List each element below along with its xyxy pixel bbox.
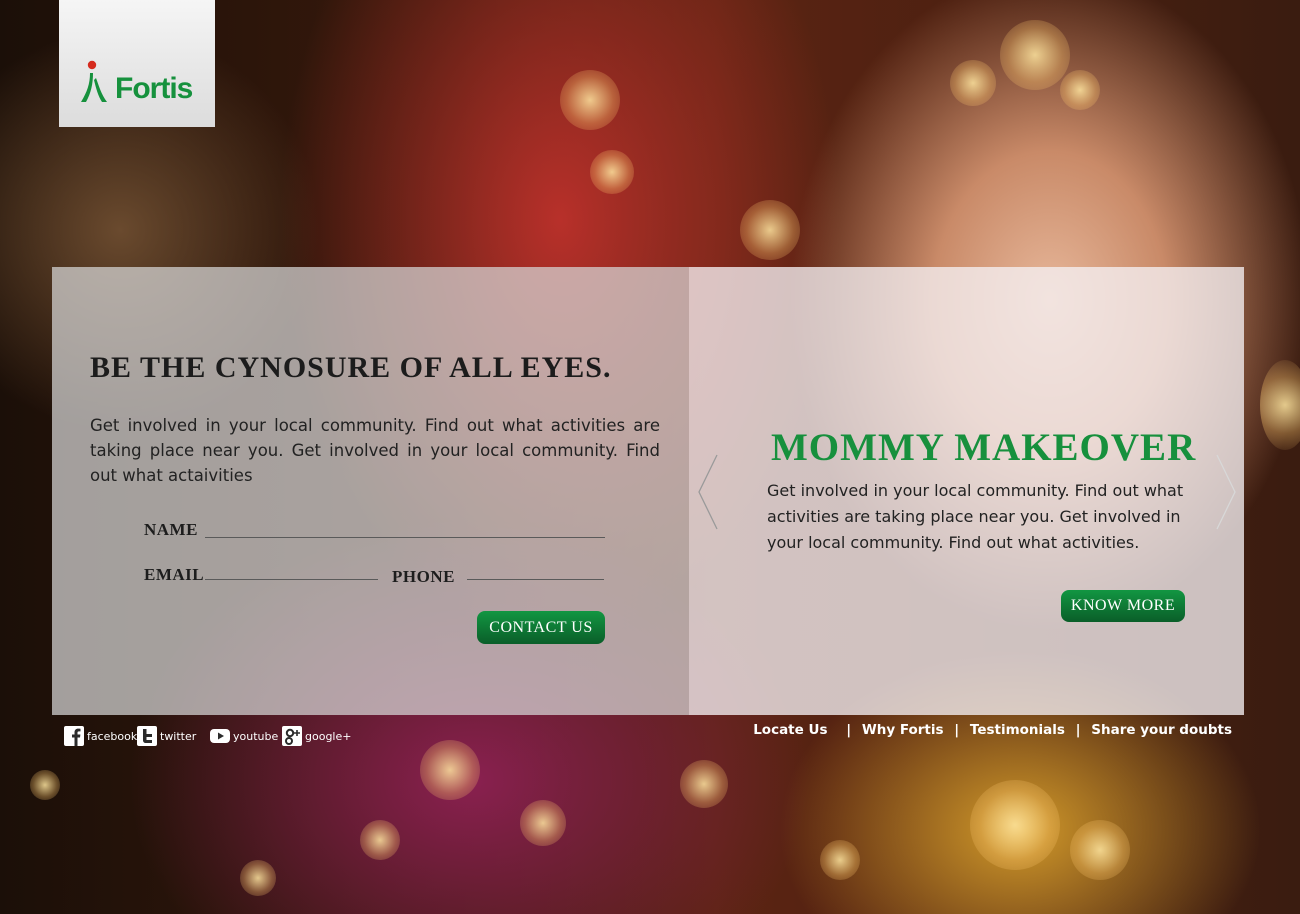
mommy-makeover-panel: MOMMY MAKEOVER Get involved in your loca… bbox=[689, 267, 1244, 715]
twitter-icon bbox=[137, 726, 157, 746]
footer-nav: Locate Us | Why Fortis | Testimonials | … bbox=[753, 722, 1232, 738]
footer-separator: | bbox=[846, 722, 852, 738]
why-fortis-link[interactable]: Why Fortis bbox=[862, 722, 944, 738]
facebook-label: facebook bbox=[87, 729, 138, 743]
promo-title: MOMMY MAKEOVER bbox=[771, 426, 1197, 469]
promo-description: Get involved in your local community. Fi… bbox=[767, 481, 1184, 552]
contact-panel: BE THE CYNOSURE OF ALL EYES. Get involve… bbox=[52, 267, 689, 715]
facebook-icon bbox=[64, 726, 84, 746]
twitter-label: twitter bbox=[160, 729, 197, 743]
fortis-logo-icon bbox=[81, 60, 107, 102]
google-plus-icon bbox=[282, 726, 302, 746]
logo-text: Fortis bbox=[115, 72, 193, 105]
testimonials-link[interactable]: Testimonials bbox=[970, 722, 1065, 738]
youtube-link[interactable]: youtube bbox=[210, 726, 278, 746]
panel-title: BE THE CYNOSURE OF ALL EYES. bbox=[90, 351, 612, 384]
name-label: NAME bbox=[144, 520, 198, 539]
chevron-left-icon[interactable] bbox=[697, 453, 719, 531]
panel-description: Get involved in your local community. Fi… bbox=[90, 416, 660, 485]
email-field[interactable] bbox=[205, 579, 378, 580]
youtube-label: youtube bbox=[233, 729, 279, 743]
phone-label: PHONE bbox=[392, 567, 455, 586]
youtube-icon bbox=[210, 729, 230, 743]
twitter-link[interactable]: twitter bbox=[137, 726, 196, 746]
phone-field[interactable] bbox=[467, 579, 604, 580]
know-more-button[interactable]: KNOW MORE bbox=[1061, 590, 1185, 622]
locate-us-link[interactable]: Locate Us bbox=[753, 722, 827, 738]
footer-separator: | bbox=[1075, 722, 1081, 738]
share-your-doubts-link[interactable]: Share your doubts bbox=[1091, 722, 1232, 738]
facebook-link[interactable]: facebook bbox=[64, 726, 137, 746]
chevron-right-icon[interactable] bbox=[1215, 453, 1237, 531]
google-plus-label: google+ bbox=[305, 729, 352, 743]
footer-separator: | bbox=[954, 722, 960, 738]
name-field[interactable] bbox=[205, 537, 605, 538]
contact-us-button[interactable]: CONTACT US bbox=[477, 611, 605, 644]
google-plus-link[interactable]: google+ bbox=[282, 726, 351, 746]
logo[interactable]: Fortis bbox=[59, 0, 215, 127]
email-label: EMAIL bbox=[144, 565, 205, 584]
